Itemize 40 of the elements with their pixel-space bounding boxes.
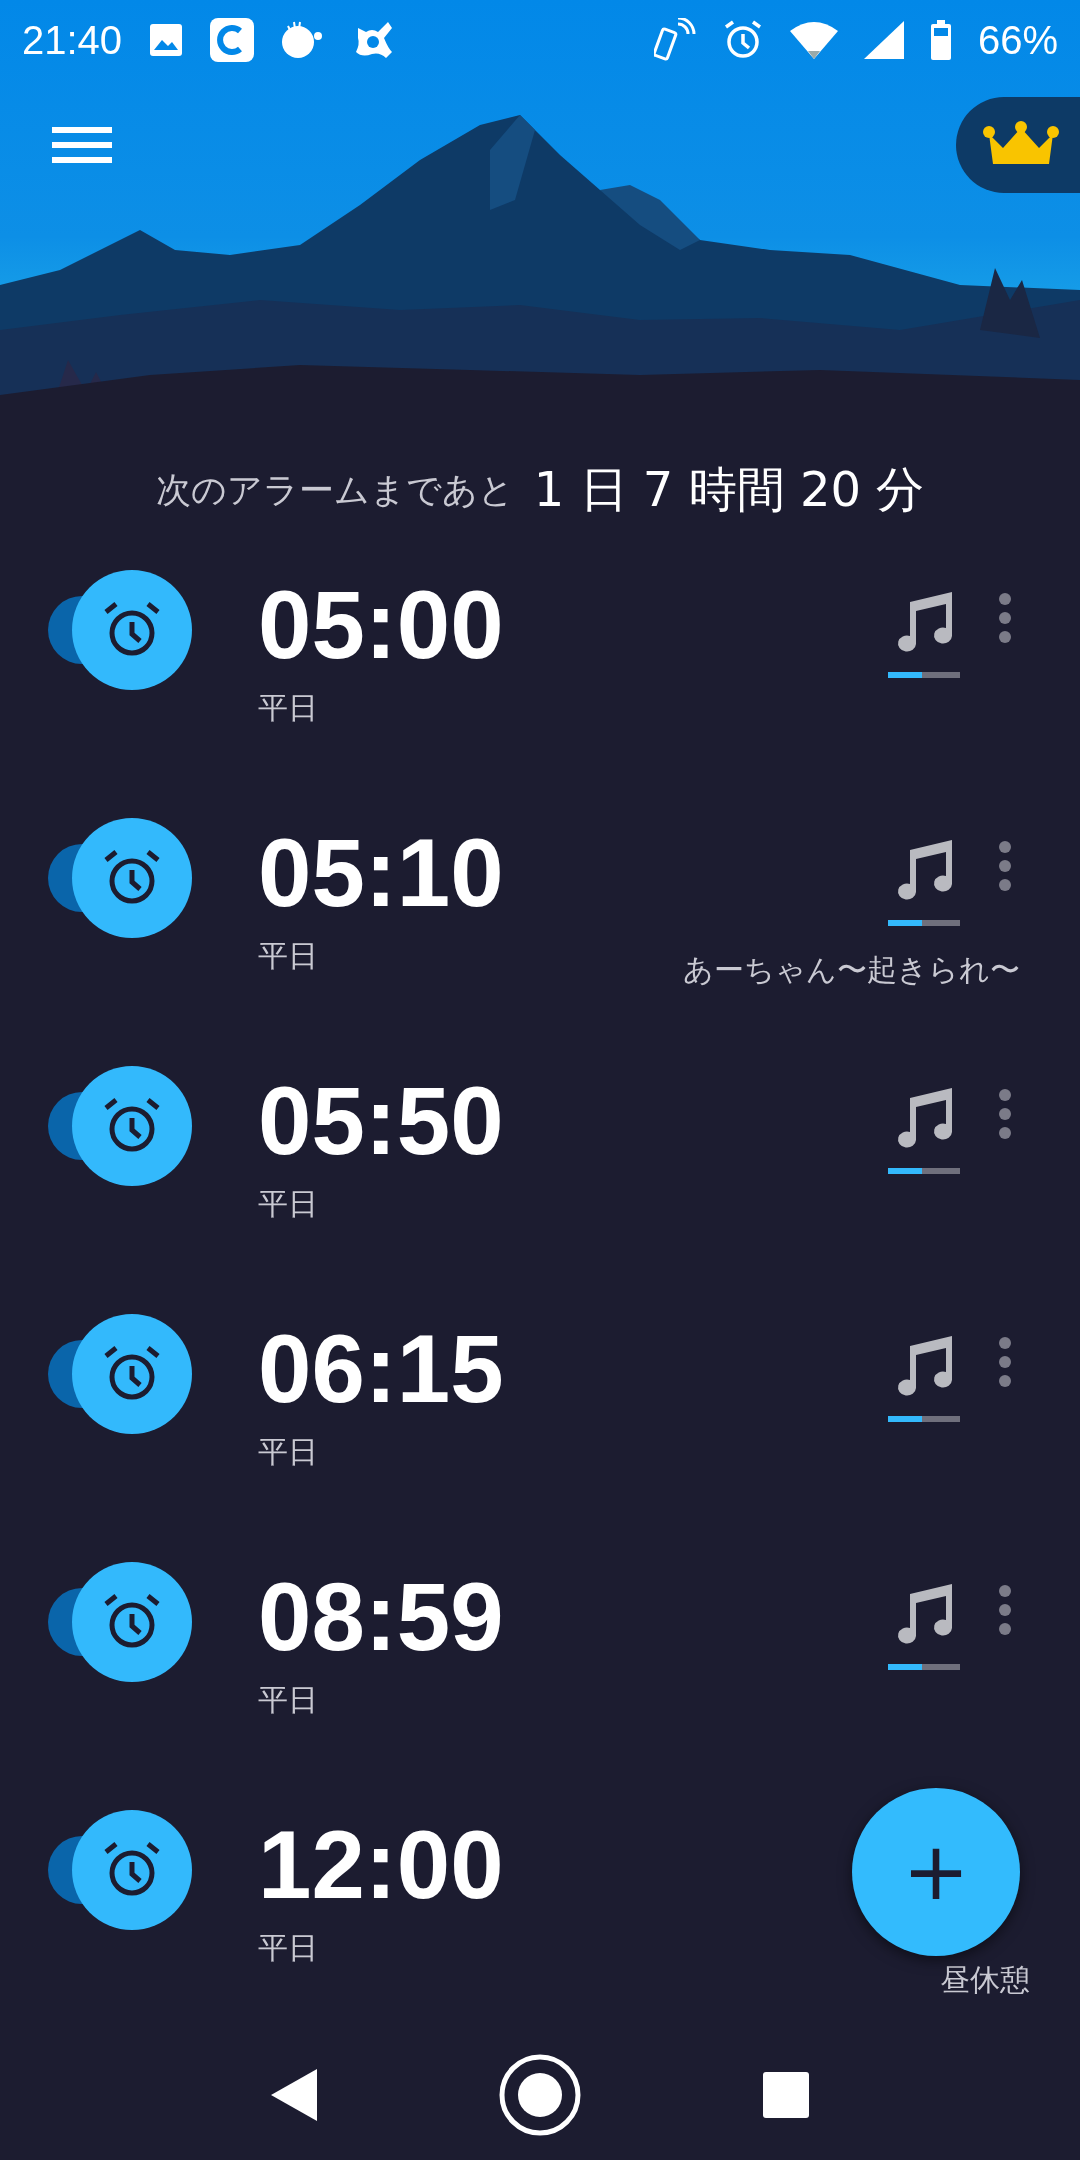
recents-icon[interactable] (763, 2072, 810, 2118)
alarm-time[interactable]: 05:50 (258, 1066, 612, 1176)
image-icon (148, 22, 185, 58)
alarm-time[interactable]: 08:59 (258, 1562, 612, 1672)
more-options-icon[interactable] (998, 1584, 1012, 1636)
repeat-days: 平日 (258, 1432, 612, 1473)
alarm-time[interactable]: 05:10 (258, 818, 612, 928)
premium-button[interactable] (956, 97, 1080, 193)
more-options-icon[interactable] (998, 1336, 1012, 1388)
home-icon[interactable] (498, 2053, 582, 2137)
signal-icon (863, 21, 904, 59)
bird-icon (280, 20, 325, 60)
wifi-icon (789, 21, 838, 59)
repeat-days: 平日 (258, 688, 612, 729)
volume-bar (888, 920, 960, 926)
clock-time: 21:40 (22, 17, 123, 63)
alarm-label: 昼休憩 (940, 1961, 1030, 1999)
more-options-icon[interactable] (998, 592, 1012, 644)
repeat-days: 平日 (258, 936, 612, 977)
alarm-time[interactable]: 05:00 (258, 570, 612, 680)
countdown-label: 次のアラームまであと (155, 468, 514, 512)
battery-icon (929, 20, 952, 60)
add-alarm-button[interactable]: + (852, 1788, 1020, 1956)
app-icon (210, 18, 255, 62)
volume-bar (888, 1664, 960, 1670)
back-icon[interactable] (270, 2069, 317, 2121)
volume-bar (888, 1416, 960, 1422)
volume-bar (888, 672, 960, 678)
alarm-time[interactable]: 06:15 (258, 1314, 612, 1424)
more-options-icon[interactable] (998, 1088, 1012, 1140)
repeat-days: 平日 (258, 1928, 612, 1969)
more-options-icon[interactable] (998, 840, 1012, 892)
repeat-days: 平日 (258, 1680, 612, 1721)
battery-percent: 66% (977, 17, 1058, 63)
alarm-time[interactable]: 12:00 (258, 1810, 612, 1920)
countdown-value: 1 日 7 時間 20 分 (533, 460, 925, 519)
repeat-days: 平日 (258, 1184, 612, 1225)
phone-signal-icon (653, 18, 696, 62)
volume-bar (888, 1168, 960, 1174)
alarm-label: あーちゃん〜起きられ〜 (683, 951, 1020, 989)
